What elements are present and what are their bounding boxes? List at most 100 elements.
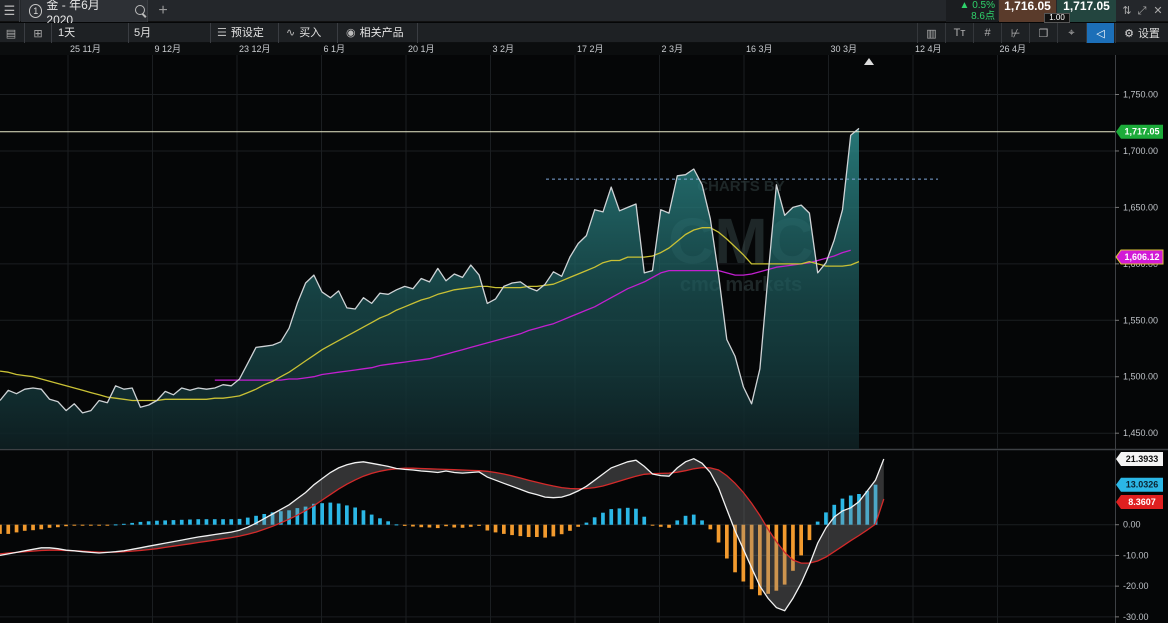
macd-histogram-bar: [535, 524, 539, 537]
macd-histogram-bar: [171, 520, 176, 525]
y-tick-label: 1,700.00: [1123, 146, 1158, 156]
y-tick-label: -30.00: [1123, 612, 1149, 622]
gear-icon: ⚙: [1124, 27, 1134, 40]
macd-histogram-bar: [72, 524, 77, 526]
interval-select[interactable]: 1天: [58, 25, 75, 41]
add-tab-icon[interactable]: +: [150, 0, 176, 22]
tag-icon[interactable]: ◁: [1086, 23, 1114, 43]
macd-histogram-bar: [105, 524, 110, 526]
close-icon[interactable]: ✕: [1151, 4, 1165, 18]
macd-histogram-bar: [179, 519, 184, 525]
histogram-value-badge: 13.0326: [1116, 477, 1163, 492]
collapse-panel-icon[interactable]: ▥: [917, 23, 945, 43]
macd-histogram-bar: [518, 524, 523, 537]
macd-histogram-bar: [551, 524, 556, 537]
macd-histogram-bar: [345, 505, 349, 525]
settings-button[interactable]: ⚙ 设置: [1115, 23, 1168, 43]
macd-histogram-bar: [0, 524, 2, 534]
y-tick-label: 1,500.00: [1123, 372, 1158, 382]
macd-value-badge: 21.3933: [1116, 452, 1163, 467]
macd-histogram-bar: [807, 524, 812, 541]
range-select[interactable]: 5月: [134, 25, 151, 41]
expand-icon[interactable]: ⤢: [1135, 4, 1149, 18]
buy-label: 买入: [299, 27, 322, 39]
grid-icon[interactable]: #: [973, 23, 1001, 43]
macd-histogram-bar: [221, 519, 225, 525]
macd-histogram-bar: [22, 524, 27, 531]
macd-histogram-bar: [237, 518, 242, 525]
instrument-tab[interactable]: 1 金 - 年6月 2020: [21, 0, 148, 27]
macd-histogram-bar: [245, 517, 250, 525]
macd-histogram-bar: [667, 524, 671, 528]
macd-histogram-bar: [146, 521, 151, 525]
macd-histogram-bar: [658, 524, 663, 527]
watermark-line1: CHARTS BY: [697, 178, 785, 195]
settings-label: 设置: [1137, 28, 1160, 40]
macd-histogram-bar: [130, 522, 134, 525]
macd-histogram-bar: [361, 510, 366, 525]
price-chart[interactable]: 25 11月 9 12月 23 12月 6 1月 20 1月 3 2月 17 2月 2 3月 1…: [0, 43, 1168, 623]
macd-histogram-bar: [328, 502, 333, 525]
hamburger-icon[interactable]: ☰: [0, 0, 20, 22]
related-products-button[interactable]: ◉ 相关产品: [346, 25, 404, 41]
swap-icon[interactable]: ⇅: [1120, 4, 1134, 18]
macd-histogram-bar: [592, 517, 597, 525]
macd-histogram-bar: [39, 524, 44, 530]
macd-histogram-bar: [485, 524, 490, 531]
layout-icon[interactable]: ⊞: [29, 25, 47, 41]
macd-histogram-bar: [419, 524, 424, 528]
macd-histogram-bar: [138, 521, 143, 525]
macd-histogram-bar: [477, 524, 481, 526]
search-icon[interactable]: [134, 4, 147, 18]
macd-histogram-bar: [64, 524, 68, 527]
macd-histogram-bar: [113, 524, 118, 526]
macd-histogram-bar: [452, 524, 457, 528]
macd-histogram-bar: [708, 524, 713, 530]
macd-histogram-bar: [650, 524, 655, 526]
macd-histogram-bar: [576, 524, 580, 527]
date-tick-label: 23 12月: [239, 44, 271, 54]
macd-histogram-bar: [47, 524, 52, 528]
macd-histogram-bar: [584, 522, 589, 525]
y-tick-label: 1,450.00: [1123, 428, 1158, 438]
macd-histogram-bar: [320, 503, 324, 525]
chart-toolbar: ▤ ⊞ 1天 5月 ☰ 预设定 ∿ 买入 ◉ 相关产品 ▥ Tт # ⊬ ❐ ⌖…: [0, 23, 1168, 43]
macd-histogram-bar: [642, 516, 647, 525]
text-size-icon[interactable]: Tт: [945, 23, 973, 43]
macd-histogram-bar: [155, 520, 159, 525]
macd-histogram-bar: [460, 524, 465, 528]
macd-histogram-bar: [526, 524, 531, 537]
instrument-number: 1: [29, 4, 43, 18]
macd-histogram-bar: [97, 524, 101, 526]
copy-icon[interactable]: ❐: [1029, 23, 1057, 43]
macd-histogram-bar: [799, 524, 803, 556]
macd-histogram-bar: [625, 507, 630, 525]
y-tick-label: 1,650.00: [1123, 202, 1158, 212]
top-bar: ☰ 1 金 - 年6月 2020 + ▲ 0.5% 8.6点 1,716.05 …: [0, 0, 1168, 27]
macd-histogram-bar: [559, 524, 564, 535]
signal-value-badge-text: 8.3607: [1128, 497, 1156, 507]
indicator-icon[interactable]: ⊬: [1001, 23, 1029, 43]
y-tick-label: -10.00: [1123, 550, 1149, 560]
macd-histogram-bar: [369, 514, 374, 525]
macd-histogram-bar: [815, 521, 820, 525]
date-tick-label: 9 12月: [155, 44, 182, 54]
list-icon[interactable]: ▤: [2, 25, 20, 41]
buy-button[interactable]: ∿ 买入: [286, 25, 321, 41]
crosshair-icon[interactable]: ⌖: [1057, 23, 1085, 43]
macd-histogram-bar: [427, 524, 432, 528]
eye-icon: ◉: [346, 27, 356, 39]
date-tick-label: 26 4月: [1000, 44, 1027, 54]
y-tick-label: 0.00: [1123, 520, 1141, 530]
macd-histogram-bar: [163, 520, 167, 525]
macd-histogram-bar: [411, 524, 415, 527]
spread-badge: 1.00: [1044, 13, 1070, 23]
macd-histogram-bar: [568, 524, 572, 531]
change-percent: ▲ 0.5%: [959, 0, 995, 11]
preset-button[interactable]: ☰ 预设定: [217, 25, 264, 41]
macd-histogram-bar: [502, 524, 506, 534]
current-price-badge: 1,717.05: [1116, 124, 1163, 139]
macd-histogram-bar: [14, 524, 19, 533]
macd-histogram-bar: [386, 521, 390, 525]
macd-histogram-bar: [601, 512, 605, 525]
